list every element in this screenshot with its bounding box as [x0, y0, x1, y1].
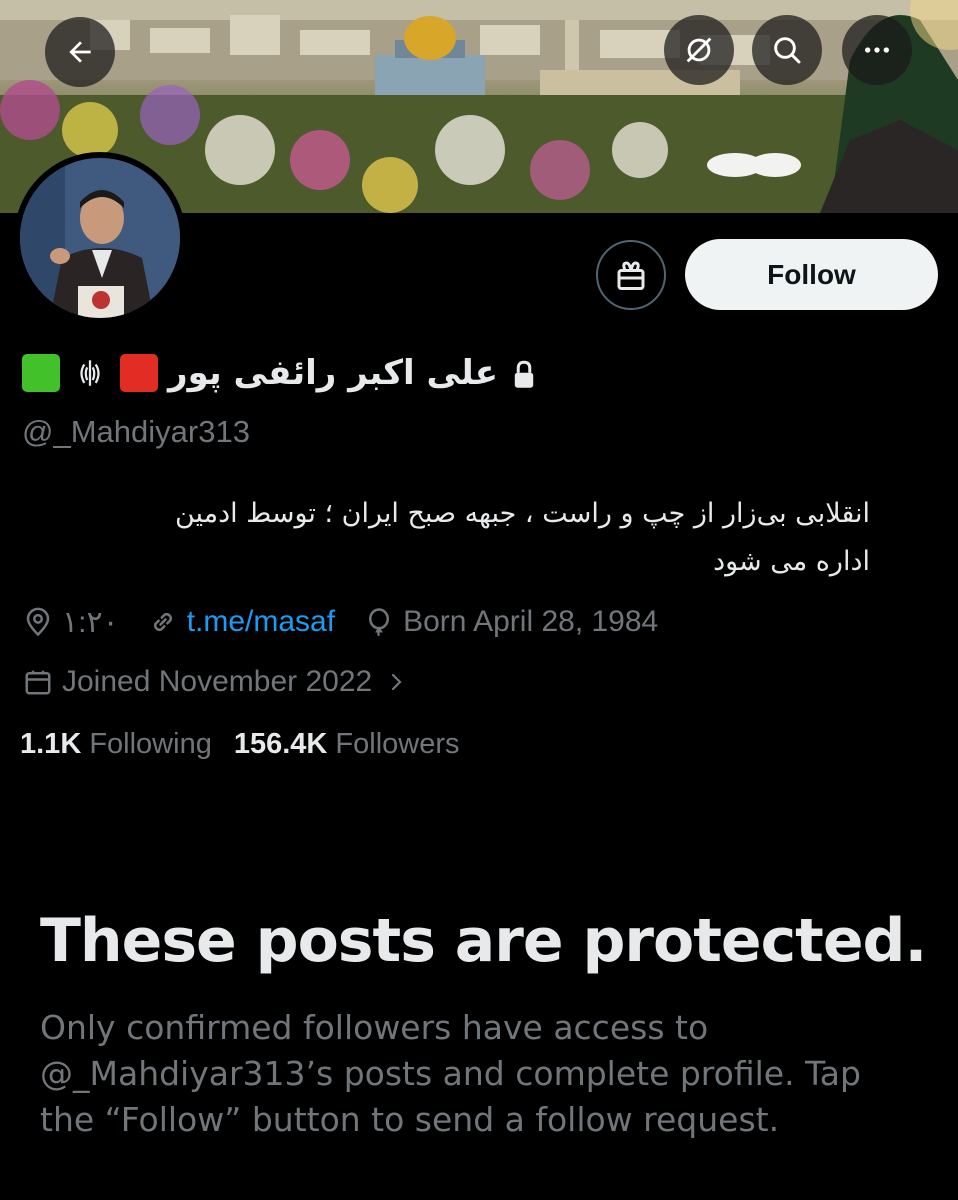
display-name-row: علی اکبر رائفی پور	[22, 345, 538, 401]
refresh-off-icon	[686, 37, 712, 63]
profile-meta-row: ۱:۲۰ t.me/masaf Born April 28, 1984	[22, 600, 686, 644]
avatar[interactable]	[14, 152, 186, 324]
green-square-emoji	[22, 354, 60, 392]
birthday: Born April 28, 1984	[363, 605, 658, 639]
bio-line-1: انقلابی بی‌زار از چپ و راست ، جبهه صبح ا…	[174, 498, 870, 529]
display-name: علی اکبر رائفی پور	[168, 353, 498, 393]
joined-text: Joined November 2022	[62, 665, 373, 698]
joined-date[interactable]: Joined November 2022	[22, 665, 412, 699]
red-square-emoji	[120, 354, 158, 392]
protected-title: These posts are protected.	[40, 906, 927, 976]
location-text: ۱:۲۰	[62, 605, 119, 639]
followers-stat[interactable]: 156.4K Followers	[234, 728, 460, 761]
birthday-text: Born April 28, 1984	[403, 605, 659, 638]
following-count: 1.1K	[20, 728, 82, 760]
avatar-image	[20, 158, 180, 318]
bio-line-2: اداره می شود	[713, 546, 870, 577]
website[interactable]: t.me/masaf	[147, 605, 335, 639]
website-link[interactable]: t.me/masaf	[187, 605, 335, 639]
location-pin-icon	[22, 606, 54, 638]
search-button[interactable]	[752, 15, 822, 85]
gift-icon	[617, 261, 645, 290]
back-button[interactable]	[45, 17, 115, 87]
balloon-icon	[363, 606, 395, 638]
profile-bio: انقلابی بی‌زار از چپ و راست ، جبهه صبح ا…	[10, 490, 870, 586]
followers-count: 156.4K	[233, 728, 328, 760]
chevron-right-icon	[380, 666, 412, 698]
arrow-left-icon	[69, 41, 91, 63]
iran-emblem-icon	[70, 353, 110, 393]
user-handle: @_Mahdiyar313	[22, 414, 250, 449]
calendar-icon	[22, 666, 54, 698]
following-label: Following	[89, 728, 212, 760]
more-button[interactable]	[842, 15, 912, 85]
lock-icon	[510, 356, 538, 390]
link-icon	[147, 606, 179, 638]
search-icon	[774, 37, 801, 64]
more-horizontal-icon	[865, 47, 889, 53]
followers-label: Followers	[335, 728, 460, 760]
location: ۱:۲۰	[22, 605, 119, 640]
joined-row[interactable]: Joined November 2022	[22, 660, 440, 704]
refresh-button[interactable]	[664, 15, 734, 85]
follow-button[interactable]: Follow	[685, 239, 938, 310]
gift-button[interactable]	[596, 240, 666, 310]
following-stat[interactable]: 1.1K Following	[20, 728, 212, 761]
follow-stats: 1.1K Following 156.4K Followers	[20, 728, 460, 761]
protected-description: Only confirmed followers have access to …	[40, 1008, 861, 1139]
